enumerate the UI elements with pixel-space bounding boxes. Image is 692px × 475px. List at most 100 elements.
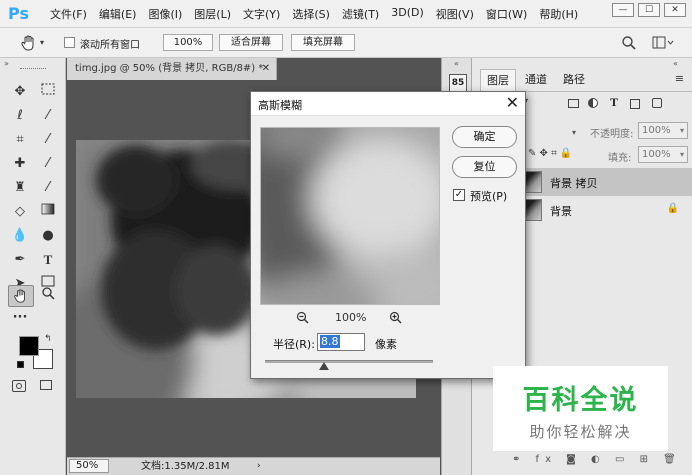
menu-bar: Ps 文件(F) 编辑(E) 图像(I) 图层(L) 文字(Y) 选择(S) 滤… — [0, 0, 692, 28]
hand-tool-icon[interactable] — [20, 34, 38, 52]
blur-preview[interactable] — [260, 127, 440, 305]
watermark-title: 百科全说 — [522, 385, 639, 416]
marquee-tool-icon[interactable] — [37, 82, 59, 102]
filter-adjustment-icon[interactable] — [588, 98, 598, 108]
panel-menu-icon[interactable]: ≡ — [675, 72, 684, 85]
close-document-icon[interactable]: ✕ — [262, 58, 270, 80]
status-menu-arrow-icon[interactable]: › — [257, 458, 261, 475]
zoom-in-icon[interactable] — [389, 311, 402, 324]
tab-layers[interactable]: 图层 — [480, 69, 516, 91]
quick-mask-icon[interactable] — [12, 380, 26, 392]
collapse-dock-icon[interactable]: « — [454, 59, 459, 68]
document-tab[interactable]: timg.jpg @ 50% (背景 拷贝, RGB/8#) * ✕ — [67, 58, 277, 80]
menu-filter[interactable]: 滤镜(T) — [336, 6, 385, 22]
gaussian-blur-dialog: 高斯模糊 ✕ 确定 复位 ✓ 预览(P) 100% 半径(R): 8.8 像素 — [250, 91, 526, 379]
opacity-field[interactable]: 100% ▾ — [638, 122, 688, 139]
zoom-out-icon[interactable] — [296, 311, 309, 324]
collapse-toolbox-icon[interactable]: » — [4, 59, 9, 68]
history-panel-icon[interactable]: 85 — [449, 74, 467, 92]
options-bar: ▾ 滚动所有窗口 100% 适合屏幕 填充屏幕 — [0, 28, 692, 58]
layer-action-icons[interactable]: ⚭ fx ◙ ◐ ▭ ⊞ 🗑 — [512, 454, 682, 465]
default-colors-icon[interactable] — [17, 361, 24, 368]
hand-tool-active-icon[interactable] — [8, 285, 34, 307]
menu-help[interactable]: 帮助(H) — [533, 6, 584, 22]
move-tool-icon[interactable]: ✥ — [9, 82, 31, 102]
status-zoom-field[interactable]: 50% — [69, 459, 109, 473]
blur-tool-icon[interactable]: 💧 — [9, 226, 31, 246]
foreground-color-swatch[interactable] — [19, 336, 39, 356]
tool-preset-dropdown-icon[interactable]: ▾ — [40, 38, 44, 47]
minimize-icon[interactable]: — — [612, 3, 634, 17]
workspace-icon[interactable] — [652, 36, 674, 50]
eraser-tool-icon[interactable]: ◇ — [9, 202, 31, 222]
preview-zoom-level: 100% — [335, 311, 367, 324]
radius-slider-track[interactable] — [265, 360, 433, 363]
filter-pixel-icon[interactable] — [568, 99, 579, 108]
menu-edit[interactable]: 编辑(E) — [93, 6, 143, 22]
filter-type-icon[interactable]: T — [610, 95, 618, 110]
lasso-tool-icon[interactable]: ℓ — [9, 106, 31, 126]
brush-tool-icon[interactable]: ⁄ — [37, 154, 59, 174]
menu-list: 文件(F) 编辑(E) 图像(I) 图层(L) 文字(Y) 选择(S) 滤镜(T… — [44, 6, 584, 22]
filter-smart-object-icon[interactable] — [652, 98, 662, 108]
crop-tool-icon[interactable]: ⌗ — [9, 130, 31, 150]
menu-3d[interactable]: 3D(D) — [385, 6, 430, 22]
dodge-tool-icon[interactable]: ● — [37, 226, 59, 246]
menu-type[interactable]: 文字(Y) — [237, 6, 286, 22]
eyedropper-icon[interactable]: ⁄ — [37, 130, 59, 150]
close-icon[interactable]: ✕ — [506, 93, 519, 112]
swap-colors-icon[interactable]: ↰ — [44, 334, 52, 344]
radius-slider-thumb[interactable] — [318, 362, 329, 370]
toolbox-grip[interactable] — [20, 68, 46, 70]
more-tools-icon[interactable]: ··· — [9, 308, 31, 328]
preview-zoom-row: 100% — [260, 310, 440, 326]
clone-stamp-icon[interactable]: ♜ — [9, 178, 31, 198]
layer-name: 背景 — [550, 205, 572, 218]
fill-field[interactable]: 100% ▾ — [638, 146, 688, 163]
window-controls: — ☐ ✕ — [612, 3, 686, 17]
zoom-tool-icon[interactable] — [37, 286, 59, 306]
ok-button[interactable]: 确定 — [452, 126, 517, 148]
fit-screen-button[interactable]: 适合屏幕 — [219, 34, 283, 51]
preview-checkbox[interactable]: ✓ — [453, 189, 465, 201]
search-icon[interactable] — [621, 35, 637, 51]
collapse-panel-icon[interactable]: « — [673, 59, 678, 68]
opacity-value: 100% — [642, 125, 671, 136]
gradient-tool-icon[interactable] — [37, 202, 59, 222]
menu-layer[interactable]: 图层(L) — [188, 6, 237, 22]
layer-row-background-copy[interactable]: 背景 拷贝 — [500, 168, 692, 196]
document-tab-title: timg.jpg @ 50% (背景 拷贝, RGB/8#) * — [75, 63, 264, 74]
status-bar: 50% 文档:1.35M/2.81M › — [67, 457, 440, 475]
maximize-icon[interactable]: ☐ — [638, 3, 660, 17]
scroll-all-windows-label: 滚动所有窗口 — [80, 40, 140, 51]
tab-channels[interactable]: 通道 — [518, 69, 554, 91]
menu-select[interactable]: 选择(S) — [286, 6, 336, 22]
reset-button[interactable]: 复位 — [452, 156, 517, 178]
menu-image[interactable]: 图像(I) — [142, 6, 188, 22]
radius-unit: 像素 — [375, 338, 397, 351]
scroll-all-windows-checkbox[interactable] — [64, 37, 75, 48]
lock-icon: 🔒 — [666, 203, 679, 214]
pen-tool-icon[interactable]: ✒ — [9, 250, 31, 270]
menu-view[interactable]: 视图(V) — [430, 6, 480, 22]
radius-input[interactable]: 8.8 — [317, 333, 365, 351]
watermark-badge: 百科全说 助你轻松解决 — [493, 366, 668, 451]
screen-mode-icon[interactable] — [40, 380, 52, 390]
type-tool-icon[interactable]: T — [37, 250, 59, 270]
layer-row-background[interactable]: 背景 🔒 — [500, 196, 692, 224]
radius-label: 半径(R): — [273, 338, 315, 351]
close-window-icon[interactable]: ✕ — [664, 3, 686, 17]
healing-brush-icon[interactable]: ✚ — [9, 154, 31, 174]
menu-file[interactable]: 文件(F) — [44, 6, 93, 22]
blend-mode-dropdown-icon[interactable]: ▾ — [572, 128, 576, 137]
zoom-100-button[interactable]: 100% — [163, 34, 213, 51]
menu-window[interactable]: 窗口(W) — [480, 6, 533, 22]
filter-shape-icon[interactable] — [630, 99, 640, 109]
tab-paths[interactable]: 路径 — [556, 69, 592, 91]
toolbox: » ✥ ℓ ⁄ ⌗ ⁄ ✚ ⁄ ♜ ⁄ ◇ 💧 ● ✒ T ➤ ··· ↰ — [0, 58, 66, 475]
layer-kind-dropdown-icon[interactable]: ▾ — [524, 96, 542, 112]
dialog-title-bar[interactable]: 高斯模糊 ✕ — [251, 92, 525, 116]
history-brush-icon[interactable]: ⁄ — [37, 178, 59, 198]
magic-wand-icon[interactable]: ⁄ — [37, 106, 59, 126]
fill-screen-button[interactable]: 填充屏幕 — [291, 34, 355, 51]
